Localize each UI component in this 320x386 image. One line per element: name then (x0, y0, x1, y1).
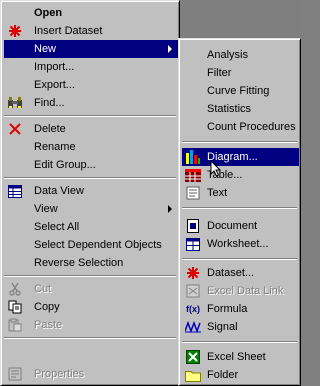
menu-item-select-dependent[interactable]: Select Dependent Objects (4, 236, 178, 254)
submenu-item-curve-fitting-label: Curve Fitting (207, 85, 270, 97)
submenu-item-signal[interactable]: Signal (182, 318, 299, 336)
signal-icon (185, 319, 201, 335)
menu-item-copy-label: Copy (34, 301, 60, 313)
menu-item-insert-dataset[interactable]: Insert Dataset (4, 22, 178, 40)
bar-chart-icon (185, 149, 201, 165)
worksheet-icon (185, 236, 201, 252)
menu-item-find-label: Find... (34, 97, 65, 109)
menu-item-reverse-selection[interactable]: Reverse Selection (4, 254, 178, 272)
table-icon (185, 167, 201, 183)
submenu-item-formula-label: Formula (207, 303, 248, 315)
menu-item-properties-label: Properties (34, 368, 85, 380)
dataset-icon (7, 23, 23, 39)
menu-item-properties[interactable]: Properties (4, 365, 178, 383)
delete-icon (7, 121, 23, 137)
submenu-item-dataset-label: Dataset... (207, 267, 255, 279)
menu-item-edit-group[interactable]: Edit Group... (4, 156, 178, 174)
menu-item-open-label: Open (34, 7, 63, 19)
menu-separator (182, 207, 297, 209)
submenu-arrow-icon (168, 45, 172, 53)
submenu-item-text-label: Text (207, 187, 228, 199)
menu-item-find[interactable]: Find... (4, 94, 178, 112)
menu-item-view[interactable]: View (4, 200, 178, 218)
submenu-item-folder-label: Folder (207, 369, 239, 381)
menu-separator (4, 275, 176, 277)
submenu-item-document-label: Document (207, 220, 258, 232)
menu-item-export-label: Export... (34, 79, 75, 91)
context-menu: Open Insert Dataset New Import... Export… (0, 0, 180, 386)
menu-item-cut-label: Cut (34, 283, 52, 295)
submenu-item-folder[interactable]: Folder (182, 366, 299, 384)
folder-icon (185, 367, 201, 383)
new-submenu: Analysis Filter Curve Fitting Statistics… (178, 38, 301, 386)
menu-item-open[interactable]: Open (4, 4, 178, 22)
menu-item-select-all[interactable]: Select All (4, 218, 178, 236)
menu-item-copy[interactable]: Copy (4, 298, 178, 316)
submenu-item-worksheet[interactable]: Worksheet... (182, 235, 299, 253)
menu-separator (4, 115, 176, 117)
excel-link-icon (185, 283, 201, 299)
submenu-arrow-icon (168, 205, 172, 213)
properties-icon (7, 366, 23, 382)
menu-item-rename-label: Rename (34, 141, 76, 153)
submenu-item-analysis-label: Analysis (207, 49, 248, 61)
menu-item-import-label: Import... (34, 61, 75, 73)
submenu-item-dataset[interactable]: Dataset... (182, 264, 299, 282)
menu-separator (182, 141, 297, 143)
menu-item-insert-dataset-label: Insert Dataset (34, 25, 103, 37)
mouse-cursor-icon (210, 160, 222, 177)
background-window (178, 0, 301, 38)
submenu-item-count-procedures[interactable]: Count Procedures (182, 118, 299, 136)
menu-item-export[interactable]: Export... (4, 76, 178, 94)
submenu-item-excel-sheet[interactable]: Excel Sheet (182, 348, 299, 366)
menu-item-delete-label: Delete (34, 123, 66, 135)
submenu-item-worksheet-label: Worksheet... (207, 238, 269, 250)
menu-item-data-view-label: Data View (34, 185, 84, 197)
submenu-item-excel-data-link[interactable]: Excel Data Link (182, 282, 299, 300)
submenu-item-statistics-label: Statistics (207, 103, 252, 115)
excel-sheet-icon (185, 349, 201, 365)
menu-separator (4, 337, 176, 339)
submenu-item-excel-data-link-label: Excel Data Link (207, 285, 284, 297)
menu-item-paste-label: Paste (34, 319, 63, 331)
submenu-item-document[interactable]: Document (182, 217, 299, 235)
menu-item-cut[interactable]: Cut (4, 280, 178, 298)
paste-icon (7, 317, 23, 333)
menu-item-select-dependent-label: Select Dependent Objects (34, 239, 162, 251)
scissors-icon (7, 281, 23, 297)
submenu-item-count-procedures-label: Count Procedures (207, 121, 296, 133)
submenu-item-text[interactable]: Text (182, 184, 299, 202)
submenu-item-table[interactable]: Table... (182, 166, 299, 184)
data-view-icon (7, 183, 23, 199)
submenu-item-diagram[interactable]: Diagram... (182, 148, 299, 166)
submenu-item-excel-sheet-label: Excel Sheet (207, 351, 266, 363)
menu-item-import[interactable]: Import... (4, 58, 178, 76)
submenu-item-signal-label: Signal (207, 321, 238, 333)
menu-item-select-all-label: Select All (34, 221, 80, 233)
submenu-item-formula[interactable]: f(x) Formula (182, 300, 299, 318)
text-icon (185, 185, 201, 201)
menu-item-edit-group-label: Edit Group... (34, 159, 96, 171)
menu-separator (4, 177, 176, 179)
menu-separator (182, 341, 297, 343)
copy-icon (7, 299, 23, 315)
submenu-item-analysis[interactable]: Analysis (182, 46, 299, 64)
menu-item-new[interactable]: New (4, 40, 178, 58)
menu-item-new-label: New (34, 43, 57, 55)
submenu-item-statistics[interactable]: Statistics (182, 100, 299, 118)
menu-separator (182, 258, 297, 260)
document-icon (185, 218, 201, 234)
menu-item-data-view[interactable]: Data View (4, 182, 178, 200)
menu-item-reverse-selection-label: Reverse Selection (34, 257, 124, 269)
binoculars-icon (7, 95, 23, 111)
menu-item-paste[interactable]: Paste (4, 316, 178, 334)
menu-item-delete[interactable]: Delete (4, 120, 178, 138)
dataset-icon (185, 265, 201, 281)
menu-item-view-label: View (34, 203, 58, 215)
formula-icon: f(x) (186, 304, 200, 314)
submenu-item-filter-label: Filter (207, 67, 232, 79)
submenu-item-filter[interactable]: Filter (182, 64, 299, 82)
submenu-item-curve-fitting[interactable]: Curve Fitting (182, 82, 299, 100)
menu-item-rename[interactable]: Rename (4, 138, 178, 156)
